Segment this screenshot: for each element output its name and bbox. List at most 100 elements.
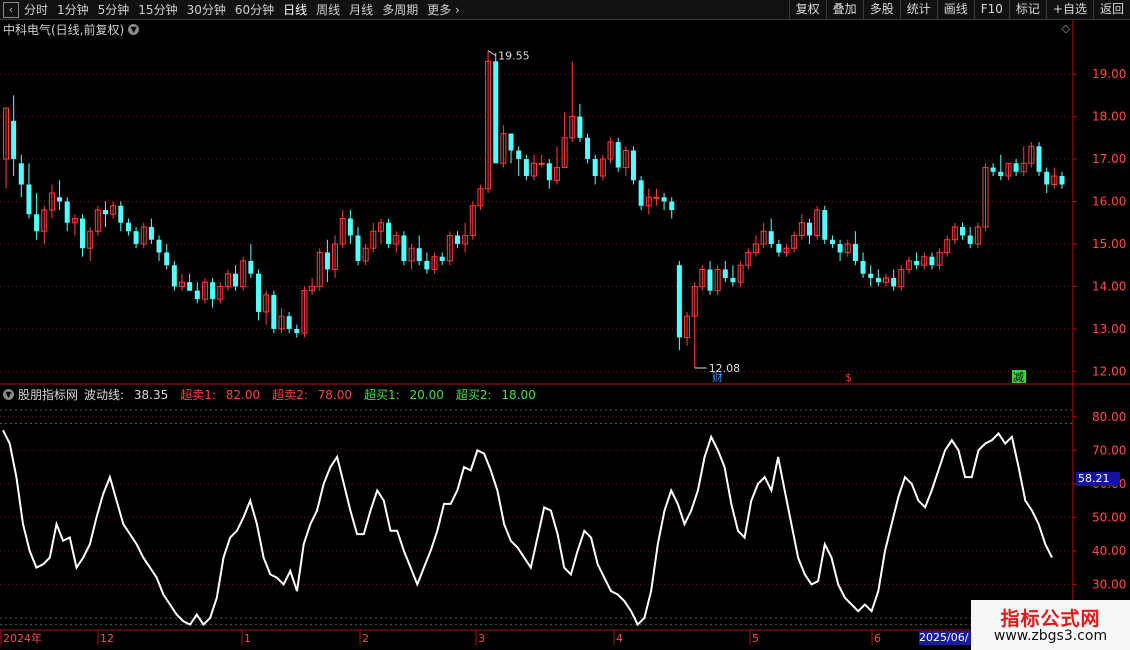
price-axis-label: 12.00 (1092, 364, 1126, 378)
candle-body-down (34, 214, 40, 232)
sell1-value: 82.00 (225, 388, 261, 402)
candle-body-down (998, 171, 1004, 177)
candle-body-down (125, 222, 131, 232)
price-axis-label: 18.00 (1092, 110, 1126, 124)
candle-body-down (990, 167, 996, 172)
wave-line (2, 429, 1053, 627)
price-axis-label: 17.00 (1092, 152, 1126, 166)
candle-body-down (822, 210, 828, 240)
candle-body-down (439, 256, 445, 261)
candle-body-down (187, 282, 193, 291)
candle-body-down (730, 277, 736, 283)
candle-body-down (80, 218, 86, 249)
price-axis-label: 16.00 (1092, 195, 1126, 209)
event-marker-2: 减 (1013, 371, 1024, 384)
candle-body-down (171, 265, 177, 287)
price-axis-label: 19.00 (1092, 67, 1126, 81)
candle-body-down (454, 235, 460, 244)
candle-body-down (156, 239, 162, 253)
candle-body-down (630, 150, 636, 181)
candle-body-down (286, 316, 292, 329)
current-date-label: 2025/06/ (919, 631, 971, 645)
candle-body-down (661, 197, 667, 202)
sell2-label: 超卖2: (272, 388, 308, 402)
candle-body-up (653, 196, 660, 199)
candle-body-down (722, 269, 728, 278)
candle-body-down (546, 163, 552, 181)
candle-body-up (538, 162, 545, 165)
candle-body-down (118, 205, 124, 223)
high-marker-arrow (487, 50, 497, 57)
candle-body-down (875, 277, 881, 283)
candle-body-down (585, 137, 591, 160)
price-axis-label: 14.00 (1092, 279, 1126, 293)
candle-body-down (1044, 171, 1050, 185)
buy2-label: 超买2: (455, 388, 492, 402)
candle-body-down (416, 248, 422, 261)
time-axis-label: 1 (244, 632, 251, 645)
watermark: 指标公式网 www.zbgs3.com (971, 600, 1130, 650)
candle-body-down (256, 273, 262, 312)
candle-body-down (806, 222, 812, 236)
candle-body-down (324, 252, 330, 270)
sell1-label: 超卖1: (180, 388, 216, 402)
candle-body-down (508, 133, 514, 151)
candle-body-down (768, 231, 774, 244)
candle-body-down (355, 235, 361, 261)
candle-body-down (194, 290, 200, 300)
candle-body-down (860, 260, 866, 274)
candle-body-down (615, 142, 621, 168)
indicator-axis-label: 30.00 (1092, 577, 1126, 591)
price-axis-label: 13.00 (1092, 322, 1126, 336)
candle-body-down (669, 201, 675, 210)
time-axis-label: 4 (616, 632, 623, 645)
event-marker-0: 财 (712, 370, 723, 384)
candle-body-down (133, 231, 139, 244)
candle-body-down (1036, 146, 1042, 172)
candle-body-down (523, 159, 529, 177)
buy1-value: 20.00 (409, 388, 444, 402)
candle-body-down (271, 294, 277, 329)
chevron-down-icon[interactable]: ▼ (3, 389, 14, 400)
price-axis-label: 15.00 (1092, 237, 1126, 251)
indicator-axis-label: 50.00 (1092, 510, 1126, 524)
candle-body-down (1059, 176, 1065, 185)
time-axis-label: 12 (100, 632, 114, 645)
indicator-axis-label: 40.00 (1092, 544, 1126, 558)
candle-body-down (401, 235, 407, 261)
candle-body-down (294, 328, 300, 334)
chart-canvas[interactable]: 19.00 18.00 17.00 16.00 15.00 14.00 13.00 12.00… (0, 0, 1130, 650)
candle-body-down (11, 120, 17, 160)
candle-body-down (914, 260, 920, 266)
candle-body-down (676, 265, 682, 338)
candle-body-down (829, 239, 835, 244)
candle-body-down (707, 269, 713, 291)
candle-body-down (148, 226, 154, 240)
candle-body-down (386, 222, 392, 244)
indicator-axis-label: 70.00 (1092, 443, 1126, 457)
candle-body-down (868, 273, 874, 278)
watermark-title: 指标公式网 (1000, 608, 1101, 630)
candle-body-down (26, 184, 32, 215)
time-axis-label: 5 (752, 632, 759, 645)
candle-body-down (577, 116, 583, 138)
candle-body-down (164, 252, 170, 266)
candle-body-down (233, 273, 239, 287)
indicator-name[interactable]: 股朋指标网 (18, 386, 78, 403)
candle-body-down (852, 243, 858, 261)
candle-body-down (18, 163, 24, 185)
time-axis-label: 2 (362, 632, 369, 645)
candle-body-down (248, 260, 254, 274)
time-axis-label: 6 (874, 632, 881, 645)
candle-body-down (960, 226, 966, 236)
watermark-url: www.zbgs3.com (993, 628, 1108, 644)
candle-body-down (347, 218, 353, 236)
indicator-axis-label: 80.00 (1092, 410, 1126, 424)
candle-body-down (516, 150, 522, 160)
candle-body-down (776, 243, 782, 253)
buy2-value: 18.00 (501, 388, 536, 402)
candle-body-down (493, 61, 499, 164)
sell2-value: 78.00 (317, 388, 352, 402)
candle-body-down (102, 210, 108, 215)
wave-line-label: 波动线: (84, 388, 125, 402)
